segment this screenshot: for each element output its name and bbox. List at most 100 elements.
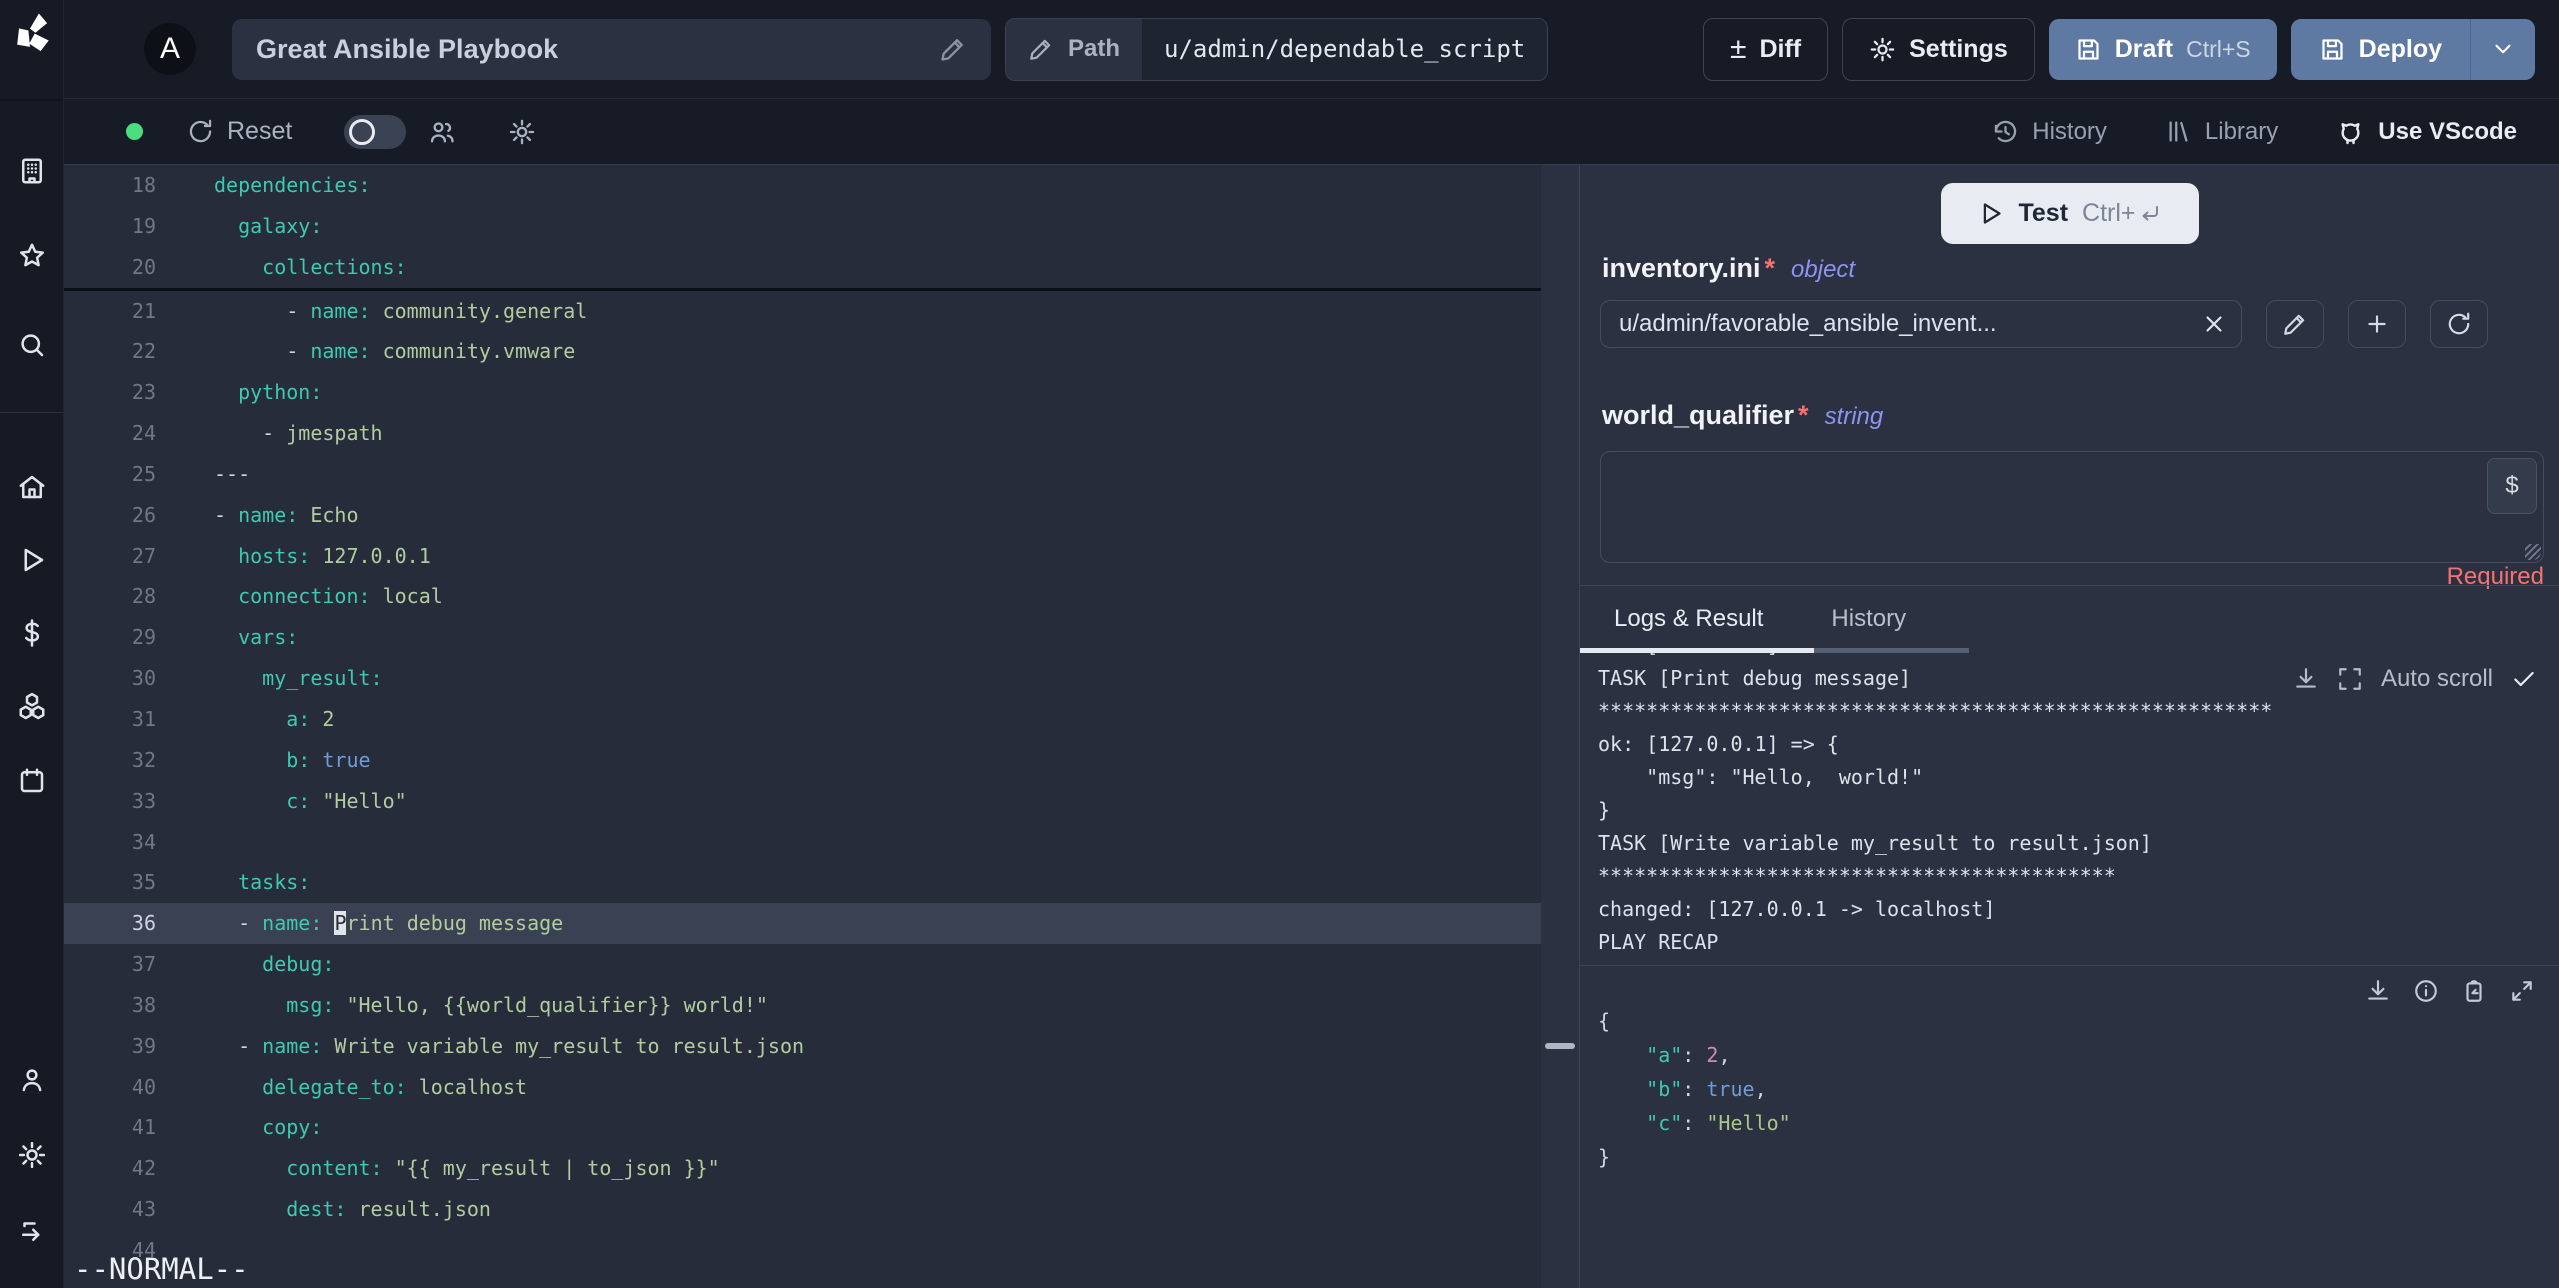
code-line-42[interactable]: 42 content: "{{ my_result | to_json }}" <box>64 1148 1541 1189</box>
code-line-31[interactable]: 31 a: 2 <box>64 699 1541 740</box>
code-line-25[interactable]: 25 --- <box>64 454 1541 495</box>
expand-result-icon[interactable] <box>2509 978 2535 1004</box>
sidebar-item-settings[interactable] <box>17 1140 47 1170</box>
result-line: "a": 2, <box>1598 1043 1731 1067</box>
sidebar-item-logout[interactable] <box>17 1216 47 1246</box>
tab-history[interactable]: History <box>1831 595 1906 643</box>
deploy-dropdown-button[interactable] <box>2471 19 2535 80</box>
diff-label: Diff <box>1759 34 1802 63</box>
sidebar-item-search[interactable] <box>17 330 47 360</box>
diff-button[interactable]: ± Diff <box>1703 17 1829 81</box>
inventory-resource-input[interactable] <box>1600 300 2242 348</box>
arg-world-qualifier-label-row: world_qualifier * string <box>1602 400 1883 431</box>
path-edit-segment[interactable]: Path <box>1006 18 1143 80</box>
enter-key-icon <box>2142 205 2158 220</box>
log-line: TASK [Write variable my_result to result… <box>1598 831 2152 855</box>
edit-title-pencil-icon[interactable] <box>939 35 967 63</box>
inventory-resource-value[interactable] <box>1601 310 2241 338</box>
info-icon[interactable] <box>2413 978 2439 1004</box>
draft-button[interactable]: Draft Ctrl+S <box>2048 18 2277 80</box>
clear-icon[interactable] <box>2201 311 2227 337</box>
code-line-44[interactable]: 44 <box>64 1230 1541 1271</box>
script-path-chip[interactable]: Path u/admin/dependable_script <box>1005 17 1549 81</box>
copy-clipboard-icon[interactable] <box>2461 978 2487 1004</box>
plus-icon <box>2368 315 2386 333</box>
code-line-38[interactable]: 38 msg: "Hello, {{world_qualifier}} worl… <box>64 985 1541 1026</box>
topbar: A Great Ansible Playbook Path u/admin/de… <box>64 0 2559 99</box>
log-toolbar: Auto scroll <box>2293 665 2537 693</box>
vim-mode-indicator: --NORMAL-- <box>74 1252 249 1286</box>
panel-divider <box>1580 585 2559 586</box>
code-line-43[interactable]: 43 dest: result.json <box>64 1189 1541 1230</box>
code-line-36[interactable]: 36 - name: Print debug message <box>64 903 1541 945</box>
sidebar-item-variables[interactable] <box>17 618 47 648</box>
code-line-41[interactable]: 41 copy: <box>64 1107 1541 1148</box>
code-line-39[interactable]: 39 - name: Write variable my_result to r… <box>64 1026 1541 1067</box>
code-line-23[interactable]: 23 python: <box>64 372 1541 413</box>
code-editor[interactable]: 18 dependencies: 19 galaxy: 20 collections:… <box>64 165 1541 1288</box>
code-line-30[interactable]: 30 my_result: <box>64 658 1541 699</box>
panel-resize-gutter[interactable] <box>1541 165 1579 1288</box>
code-line-33[interactable]: 33 c: "Hello" <box>64 781 1541 822</box>
code-line-24[interactable]: 24 - jmespath <box>64 413 1541 454</box>
script-title-field[interactable]: Great Ansible Playbook <box>232 18 991 80</box>
sidebar-item-favorites[interactable] <box>17 241 47 271</box>
use-vscode-button[interactable]: Use VScode <box>2336 117 2517 146</box>
world-qualifier-input[interactable] <box>1601 452 2543 562</box>
insert-variable-button[interactable]: $ <box>2487 458 2537 514</box>
code-line-40[interactable]: 40 delegate_to: localhost <box>64 1067 1541 1108</box>
history-icon <box>1995 120 2017 143</box>
code-line-19[interactable]: 19 galaxy: <box>64 206 1541 247</box>
sidebar-item-workspace[interactable] <box>17 156 47 186</box>
code-line-21[interactable]: 21 - name: community.general <box>64 291 1541 332</box>
code-line-34[interactable]: 34 <box>64 822 1541 863</box>
code-line-27[interactable]: 27 hosts: 127.0.0.1 <box>64 536 1541 577</box>
auto-scroll-check-icon[interactable] <box>2511 666 2537 692</box>
windmill-logo-icon[interactable] <box>10 8 54 57</box>
sidebar-item-runs[interactable] <box>17 545 47 575</box>
code-line-29[interactable]: 29 vars: <box>64 617 1541 658</box>
textarea-resize-grip[interactable] <box>2525 544 2541 560</box>
refresh-resource-button[interactable] <box>2430 300 2488 348</box>
download-logs-icon[interactable] <box>2293 666 2319 692</box>
content-row: 18 dependencies: 19 galaxy: 20 collections:… <box>64 165 2559 1288</box>
resize-handle[interactable] <box>1545 1043 1575 1049</box>
code-line-32[interactable]: 32 b: true <box>64 740 1541 781</box>
test-button[interactable]: Test Ctrl+ <box>1940 183 2199 244</box>
code-line-26[interactable]: 26- name: Echo <box>64 495 1541 536</box>
code-line-28[interactable]: 28 connection: local <box>64 576 1541 617</box>
history-button[interactable]: History <box>1992 118 2107 146</box>
assistant-toggle[interactable] <box>344 114 407 149</box>
deploy-button[interactable]: Deploy <box>2291 19 2470 80</box>
reset-button[interactable]: Reset <box>187 117 292 146</box>
logs-pane[interactable]: ok: [127.0.0.1]TASK [Print debug message… <box>1580 653 2559 965</box>
result-pane[interactable]: { "a": 2, "b": true, "c": "Hello"} <box>1580 965 2559 1288</box>
edit-path-pencil-icon <box>1030 39 1051 60</box>
expand-logs-icon[interactable] <box>2337 666 2363 692</box>
log-line: ****************************************… <box>1598 699 2273 723</box>
users-icon[interactable] <box>428 118 456 146</box>
settings-button[interactable]: Settings <box>1842 17 2035 81</box>
code-line-20[interactable]: 20 collections: <box>64 247 1541 288</box>
code-line-37[interactable]: 37 debug: <box>64 944 1541 985</box>
sidebar <box>0 0 64 1288</box>
save-icon <box>2078 38 2099 60</box>
sidebar-item-account[interactable] <box>17 1065 47 1095</box>
code-line-18[interactable]: 18 dependencies: <box>64 165 1541 206</box>
tab-logs-result[interactable]: Logs & Result <box>1614 595 1763 643</box>
add-resource-button[interactable] <box>2348 300 2406 348</box>
library-button[interactable]: Library <box>2165 118 2278 146</box>
sidebar-item-schedules[interactable] <box>17 766 47 796</box>
editor-settings-gear-icon[interactable] <box>508 118 536 146</box>
arg-name: world_qualifier <box>1602 400 1795 430</box>
code-line-22[interactable]: 22 - name: community.vmware <box>64 331 1541 372</box>
arg-type: string <box>1824 403 1884 430</box>
log-line: ok: [127.0.0.1] => { <box>1598 732 1839 756</box>
download-result-icon[interactable] <box>2365 978 2391 1004</box>
edit-resource-button[interactable] <box>2266 300 2324 348</box>
editor-lines: 21 - name: community.general 22 - name: c… <box>64 291 1541 1230</box>
code-line-35[interactable]: 35 tasks: <box>64 862 1541 903</box>
sidebar-item-home[interactable] <box>17 472 47 502</box>
sidebar-item-resources[interactable] <box>17 691 47 721</box>
draft-label: Draft <box>2114 34 2174 63</box>
